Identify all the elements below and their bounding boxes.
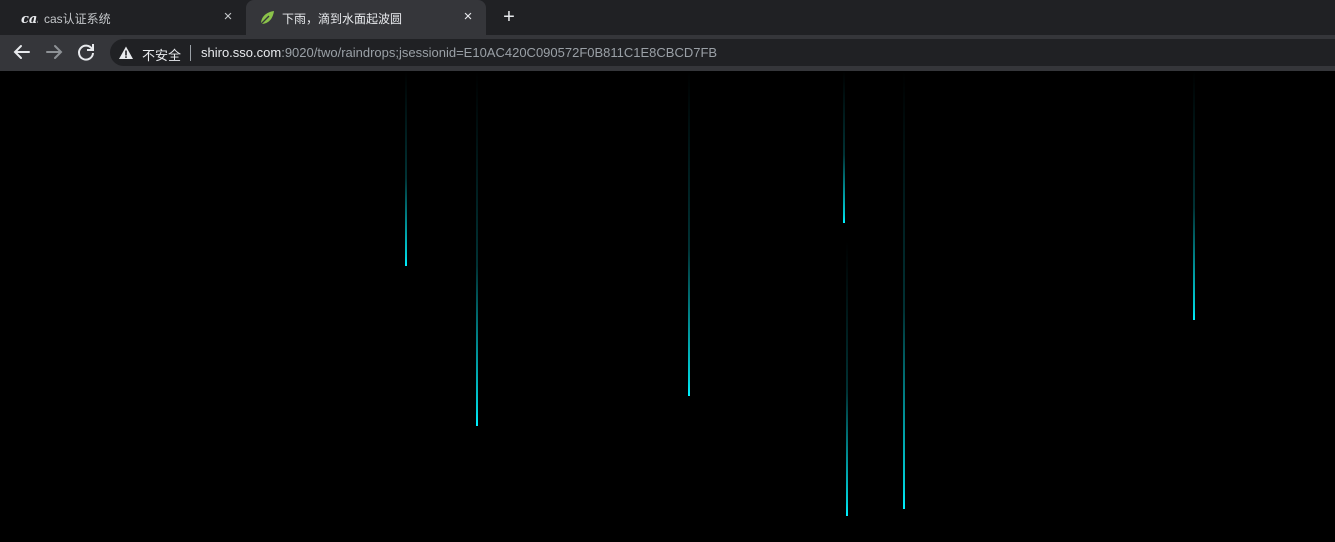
raindrop <box>903 71 905 509</box>
divider <box>190 45 191 61</box>
raindrop <box>405 71 407 266</box>
cas-logo-icon: cas <box>21 12 38 27</box>
tab-title: 下雨，滴到水面起波圆 <box>282 12 403 26</box>
arrow-right-icon[interactable] <box>42 40 66 64</box>
address-bar[interactable]: 不安全 shiro.sso.com:9020/two/raindrops;jse… <box>110 39 1335 66</box>
arrow-left-icon[interactable] <box>10 40 34 64</box>
tab-title: cas认证系统 <box>44 12 111 26</box>
spring-leaf-icon <box>260 11 274 25</box>
raindrop <box>688 71 690 396</box>
raindrop <box>843 71 845 223</box>
security-status-label[interactable]: 不安全 <box>142 45 181 64</box>
raindrop <box>846 241 848 516</box>
browser-toolbar: 不安全 shiro.sso.com:9020/two/raindrops;jse… <box>0 35 1335 71</box>
tab-cas[interactable]: cas cas认证系统 × <box>8 0 246 35</box>
close-icon[interactable]: × <box>220 9 236 25</box>
raindrop <box>1193 71 1195 320</box>
url-host: shiro.sso.com <box>201 45 282 60</box>
warning-icon[interactable] <box>118 45 134 61</box>
tab-strip: cas cas认证系统 × 下雨，滴到水面起波圆 × + <box>0 0 1335 35</box>
url-text[interactable]: shiro.sso.com:9020/two/raindrops;jsessio… <box>201 45 717 60</box>
close-icon[interactable]: × <box>460 9 476 25</box>
tab-raindrops[interactable]: 下雨，滴到水面起波圆 × <box>246 0 486 35</box>
svg-text:cas: cas <box>21 12 38 27</box>
new-tab-button[interactable]: + <box>497 5 521 29</box>
url-path: :9020/two/raindrops;jsessionid=E10AC420C… <box>281 45 718 60</box>
reload-icon[interactable] <box>74 40 98 64</box>
raindrops-canvas <box>0 71 1335 542</box>
raindrop <box>476 71 478 426</box>
